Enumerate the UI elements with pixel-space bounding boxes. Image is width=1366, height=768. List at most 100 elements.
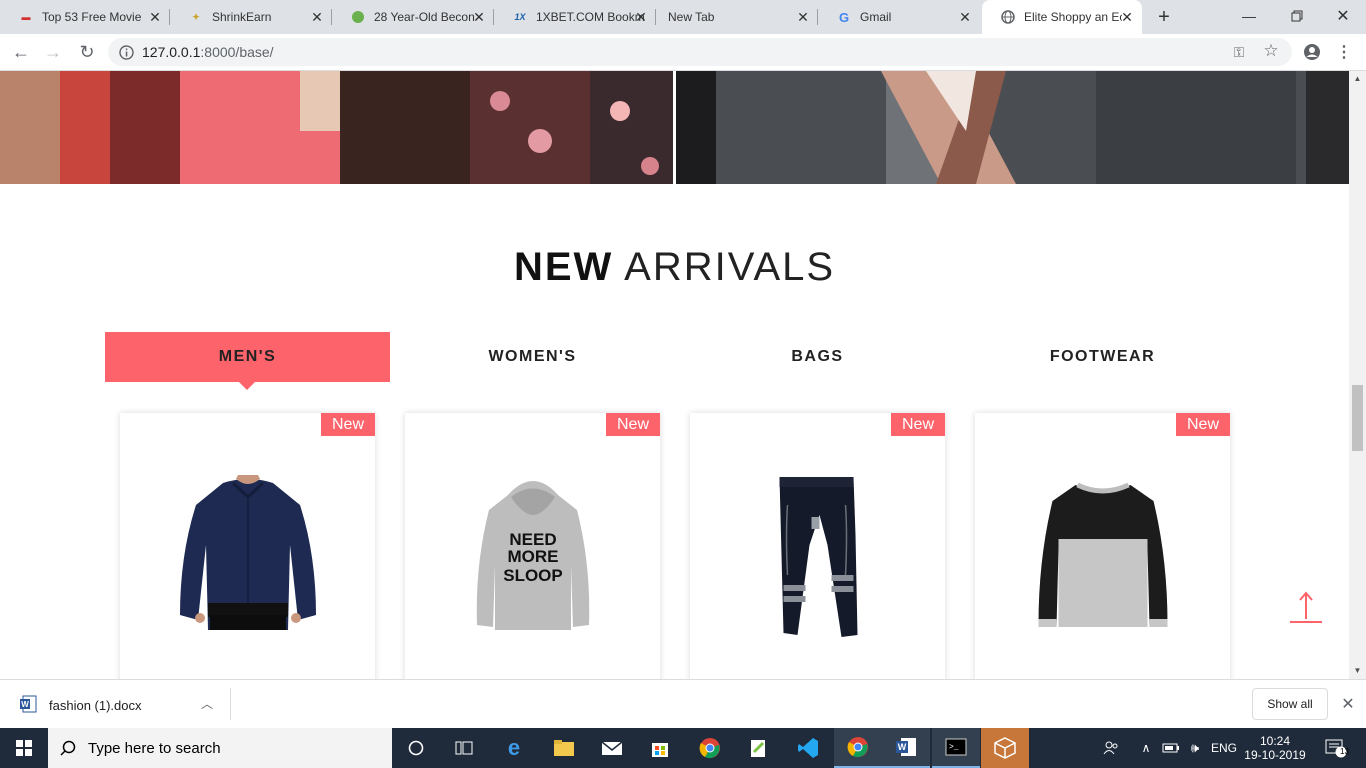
- language-indicator[interactable]: ENG: [1208, 728, 1240, 768]
- battery-icon[interactable]: [1160, 728, 1182, 768]
- reload-icon[interactable]: ↻: [74, 40, 100, 64]
- tab-top-53-free-movie[interactable]: ▬ Top 53 Free Movie ✕: [0, 0, 170, 34]
- word-icon[interactable]: W: [882, 728, 930, 768]
- navy-shirt-image: [178, 475, 318, 635]
- close-icon[interactable]: ✕: [1118, 8, 1136, 26]
- close-icon[interactable]: ✕: [308, 8, 326, 26]
- chrome-active-icon[interactable]: [834, 728, 882, 768]
- new-badge: New: [606, 413, 660, 436]
- product-card-pants[interactable]: New: [690, 413, 945, 679]
- terminal-icon[interactable]: >_: [932, 728, 980, 768]
- new-badge: New: [321, 413, 375, 436]
- close-icon[interactable]: ✕: [794, 8, 812, 26]
- product-card-hoodie[interactable]: New NEED MORE SLOOP: [405, 413, 660, 679]
- tab-mens[interactable]: MEN'S: [105, 332, 390, 390]
- section-title: NEW ARRIVALS: [0, 245, 1349, 290]
- tab-gmail[interactable]: G Gmail ✕: [818, 0, 980, 34]
- url-text: 127.0.0.1:8000/base/: [142, 44, 274, 60]
- browser-tab-strip: ▬ Top 53 Free Movie ✕ ✦ ShrinkEarn ✕ 28 …: [0, 0, 1366, 34]
- tab-title: Top 53 Free Movie: [42, 10, 142, 24]
- page-viewport: NEW ARRIVALS MEN'S WOMEN'S BAGS FOOTWEAR…: [0, 71, 1349, 679]
- men-banner-image: [676, 71, 1349, 184]
- windows-start-icon[interactable]: [0, 728, 48, 768]
- close-window-button[interactable]: ✕: [1328, 4, 1358, 28]
- chevron-up-icon[interactable]: ︿: [198, 694, 216, 712]
- account-icon[interactable]: [1300, 40, 1324, 64]
- new-badge: New: [1176, 413, 1230, 436]
- tab-footwear[interactable]: FOOTWEAR: [960, 332, 1245, 382]
- tab-bags[interactable]: BAGS: [675, 332, 960, 382]
- word-file-icon: W: [18, 694, 38, 714]
- volume-icon[interactable]: 🕪: [1184, 728, 1206, 768]
- leaf-icon: [350, 9, 366, 25]
- url-host: 127.0.0.1: [142, 44, 201, 60]
- back-icon[interactable]: ←: [8, 40, 34, 64]
- hoodie-print-line2: MORE: [507, 547, 558, 566]
- close-icon[interactable]: ✕: [956, 8, 974, 26]
- hoodie-print-line3: SLOOP: [503, 566, 563, 585]
- people-icon[interactable]: [1098, 728, 1124, 768]
- info-icon[interactable]: [118, 44, 134, 60]
- notification-count-badge: 13: [1340, 747, 1349, 756]
- tab-1xbet[interactable]: 1X 1XBET.COM Bookm ✕: [494, 0, 656, 34]
- women-banner-image: [0, 71, 673, 184]
- forward-icon[interactable]: →: [40, 40, 66, 64]
- menu-icon[interactable]: ⋮: [1334, 40, 1354, 64]
- grey-hoodie-image: NEED MORE SLOOP: [473, 475, 593, 638]
- track-pants-image: [775, 475, 860, 645]
- close-icon[interactable]: ✕: [146, 8, 164, 26]
- vscode-icon[interactable]: [784, 728, 832, 768]
- download-file-name[interactable]: fashion (1).docx: [49, 698, 142, 713]
- store-icon[interactable]: [636, 728, 684, 768]
- product-card-tee[interactable]: New: [975, 413, 1230, 679]
- file-explorer-icon[interactable]: [540, 728, 588, 768]
- edge-icon[interactable]: e: [490, 728, 538, 768]
- mail-icon[interactable]: [588, 728, 636, 768]
- new-tab-button[interactable]: +: [1152, 5, 1176, 29]
- scroll-up-arrow[interactable]: ▲: [1353, 73, 1362, 83]
- notepad-plus-icon[interactable]: [734, 728, 782, 768]
- key-icon[interactable]: ⚿: [1230, 43, 1248, 61]
- show-all-button[interactable]: Show all: [1252, 688, 1328, 720]
- cortana-icon[interactable]: [392, 728, 440, 768]
- minimize-button[interactable]: —: [1234, 4, 1264, 28]
- star-icon[interactable]: ☆: [1262, 41, 1280, 60]
- new-badge: New: [891, 413, 945, 436]
- close-download-bar-icon[interactable]: ✕: [1338, 692, 1358, 716]
- tab-shrinkearn[interactable]: ✦ ShrinkEarn ✕: [170, 0, 332, 34]
- scroll-to-top-button[interactable]: [1289, 589, 1323, 625]
- download-bar: W fashion (1).docx ︿ Show all ✕: [0, 679, 1366, 728]
- chevron-up-tray-icon[interactable]: ∧: [1136, 728, 1156, 768]
- close-icon[interactable]: ✕: [632, 8, 650, 26]
- notification-center-icon[interactable]: 13: [1316, 728, 1356, 768]
- tab-28-year-old[interactable]: 28 Year-Old Becon ✕: [332, 0, 494, 34]
- section-title-bold: NEW: [513, 245, 614, 289]
- address-bar[interactable]: 127.0.0.1:8000/base/ ⚿ ☆: [108, 38, 1292, 66]
- close-icon[interactable]: ✕: [470, 8, 488, 26]
- search-icon: [48, 728, 88, 768]
- taskbar-search-box[interactable]: Type here to search: [48, 728, 392, 768]
- tab-title: New Tab: [668, 10, 715, 24]
- clock-time: 10:24: [1259, 734, 1291, 748]
- product-card-shirt[interactable]: New: [120, 413, 375, 679]
- svg-text:W: W: [898, 742, 907, 752]
- scrollbar-thumb[interactable]: [1352, 385, 1363, 451]
- tab-title: Elite Shoppy an Ec: [1024, 10, 1122, 24]
- google-icon: G: [838, 9, 850, 25]
- clock[interactable]: 10:24 19-10-2019: [1242, 728, 1308, 768]
- chrome-icon[interactable]: [686, 728, 734, 768]
- tab-new-tab[interactable]: New Tab ✕: [656, 0, 818, 34]
- page-scrollbar[interactable]: ▲ ▼: [1349, 71, 1366, 679]
- task-view-icon[interactable]: [440, 728, 488, 768]
- browser-toolbar: ← → ↻ 127.0.0.1:8000/base/ ⚿ ☆ ⋮: [0, 34, 1366, 71]
- scroll-down-arrow[interactable]: ▼: [1353, 665, 1362, 675]
- 1xbet-icon: 1X: [514, 12, 526, 22]
- section-title-light: ARRIVALS: [624, 245, 836, 289]
- tdm-icon: ▬: [21, 12, 31, 22]
- maximize-button[interactable]: [1282, 4, 1312, 28]
- svg-text:>_: >_: [949, 743, 959, 752]
- box-app-icon[interactable]: [981, 728, 1029, 768]
- tab-womens[interactable]: WOMEN'S: [390, 332, 675, 382]
- tab-elite-shoppy[interactable]: Elite Shoppy an Ec ✕: [982, 0, 1142, 34]
- clock-date: 19-10-2019: [1244, 748, 1306, 762]
